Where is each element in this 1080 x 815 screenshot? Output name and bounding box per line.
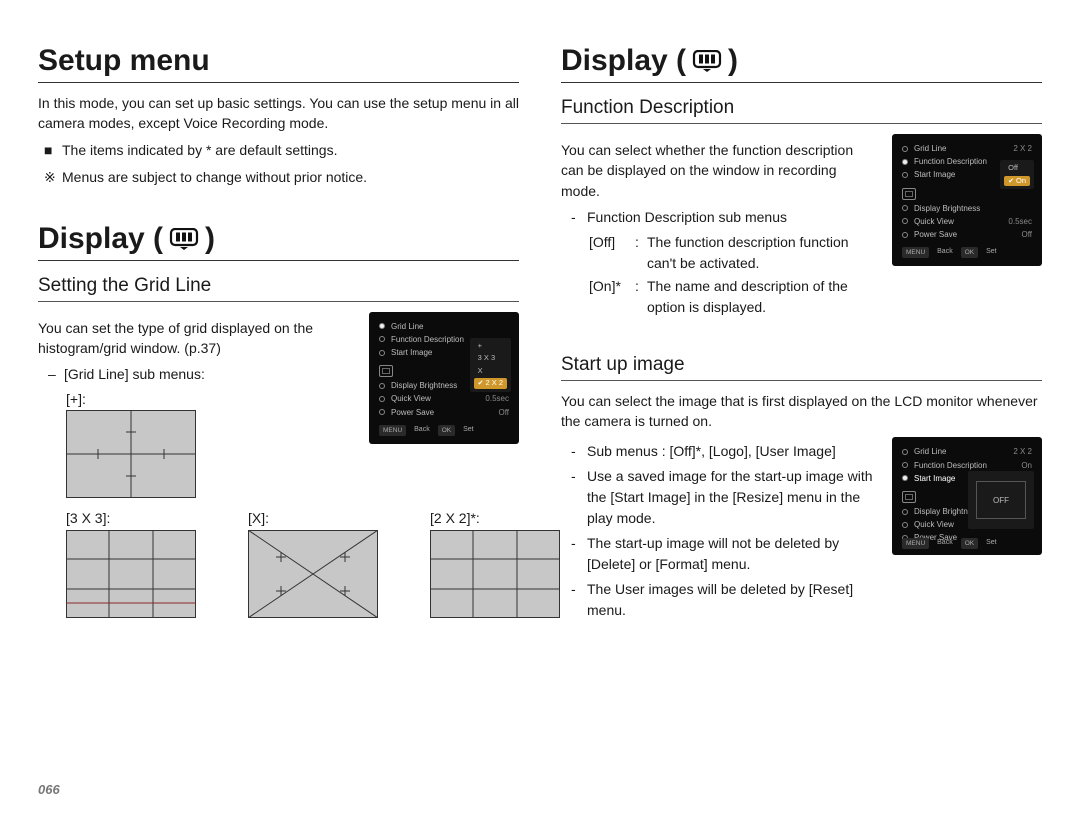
grid-option-plus-label: [+]:: [66, 391, 355, 407]
divider: [561, 123, 1042, 124]
camera-screenshot-function-description: Grid Line2 X 2 Function Description Star…: [892, 134, 1042, 266]
fd-submenus: -Function Description sub menus: [571, 207, 878, 228]
note-subject-to-change: ※Menus are subject to change without pri…: [44, 167, 519, 188]
heading-display-right: Display ( ): [561, 44, 1042, 78]
display-icon: [379, 365, 393, 377]
fd-option-off: [Off]:The function description function …: [589, 232, 878, 274]
grid-option-2x2-label: [2 X 2]*:: [430, 510, 560, 526]
divider: [38, 260, 519, 261]
submenu-popup: Off On: [1000, 160, 1034, 189]
grid-3x3-diagram: [66, 530, 196, 618]
divider: [38, 301, 519, 302]
startup-bullet-submenus: -Sub menus : [Off]*, [Logo], [User Image…: [571, 441, 878, 462]
divider: [561, 82, 1042, 83]
grid-x-diagram: [248, 530, 378, 618]
fd-option-on: [On]*:The name and description of the op…: [589, 276, 878, 318]
fd-intro: You can select whether the function desc…: [561, 140, 878, 201]
divider: [561, 380, 1042, 381]
grid-option-3x3-label: [3 X 3]:: [66, 510, 196, 526]
right-column: Display ( ) Function Description You can…: [561, 44, 1042, 625]
startup-bullet-reset: -The User images will be deleted by [Res…: [571, 579, 878, 621]
heading-display-left: Display ( ): [38, 222, 519, 256]
submenu-popup: + 3 X 3 X 2 X 2: [470, 338, 511, 392]
note-default-settings: ■The items indicated by * are default se…: [44, 140, 519, 161]
startup-intro: You can select the image that is first d…: [561, 391, 1042, 432]
display-icon: [902, 188, 916, 200]
heading-setup-menu: Setup menu: [38, 44, 519, 78]
start-image-preview: OFF: [968, 471, 1034, 529]
divider: [38, 82, 519, 83]
display-icon: [169, 228, 199, 250]
display-icon: [902, 491, 916, 503]
manual-page: Setup menu In this mode, you can set up …: [0, 0, 1080, 815]
page-number: 066: [38, 782, 60, 797]
camera-screenshot-start-image: Grid Line2 X 2 Function DescriptionOn St…: [892, 437, 1042, 555]
grid-submenus-label: –[Grid Line] sub menus:: [48, 364, 355, 385]
camera-screenshot-grid-line: Grid Line Function Description Start Ima…: [369, 312, 519, 444]
grid-intro: You can set the type of grid displayed o…: [38, 318, 355, 359]
subheading-grid-line: Setting the Grid Line: [38, 275, 519, 297]
startup-bullet-not-deleted: -The start-up image will not be deleted …: [571, 533, 878, 575]
grid-2x2-diagram: [430, 530, 560, 618]
subheading-function-description: Function Description: [561, 97, 1042, 119]
grid-plus-diagram: [66, 410, 196, 498]
grid-option-x-label: [X]:: [248, 510, 378, 526]
left-column: Setup menu In this mode, you can set up …: [38, 44, 519, 625]
intro-text: In this mode, you can set up basic setti…: [38, 93, 519, 134]
display-icon: [692, 50, 722, 72]
startup-bullet-saved-image: -Use a saved image for the start-up imag…: [571, 466, 878, 529]
subheading-start-up-image: Start up image: [561, 354, 1042, 376]
